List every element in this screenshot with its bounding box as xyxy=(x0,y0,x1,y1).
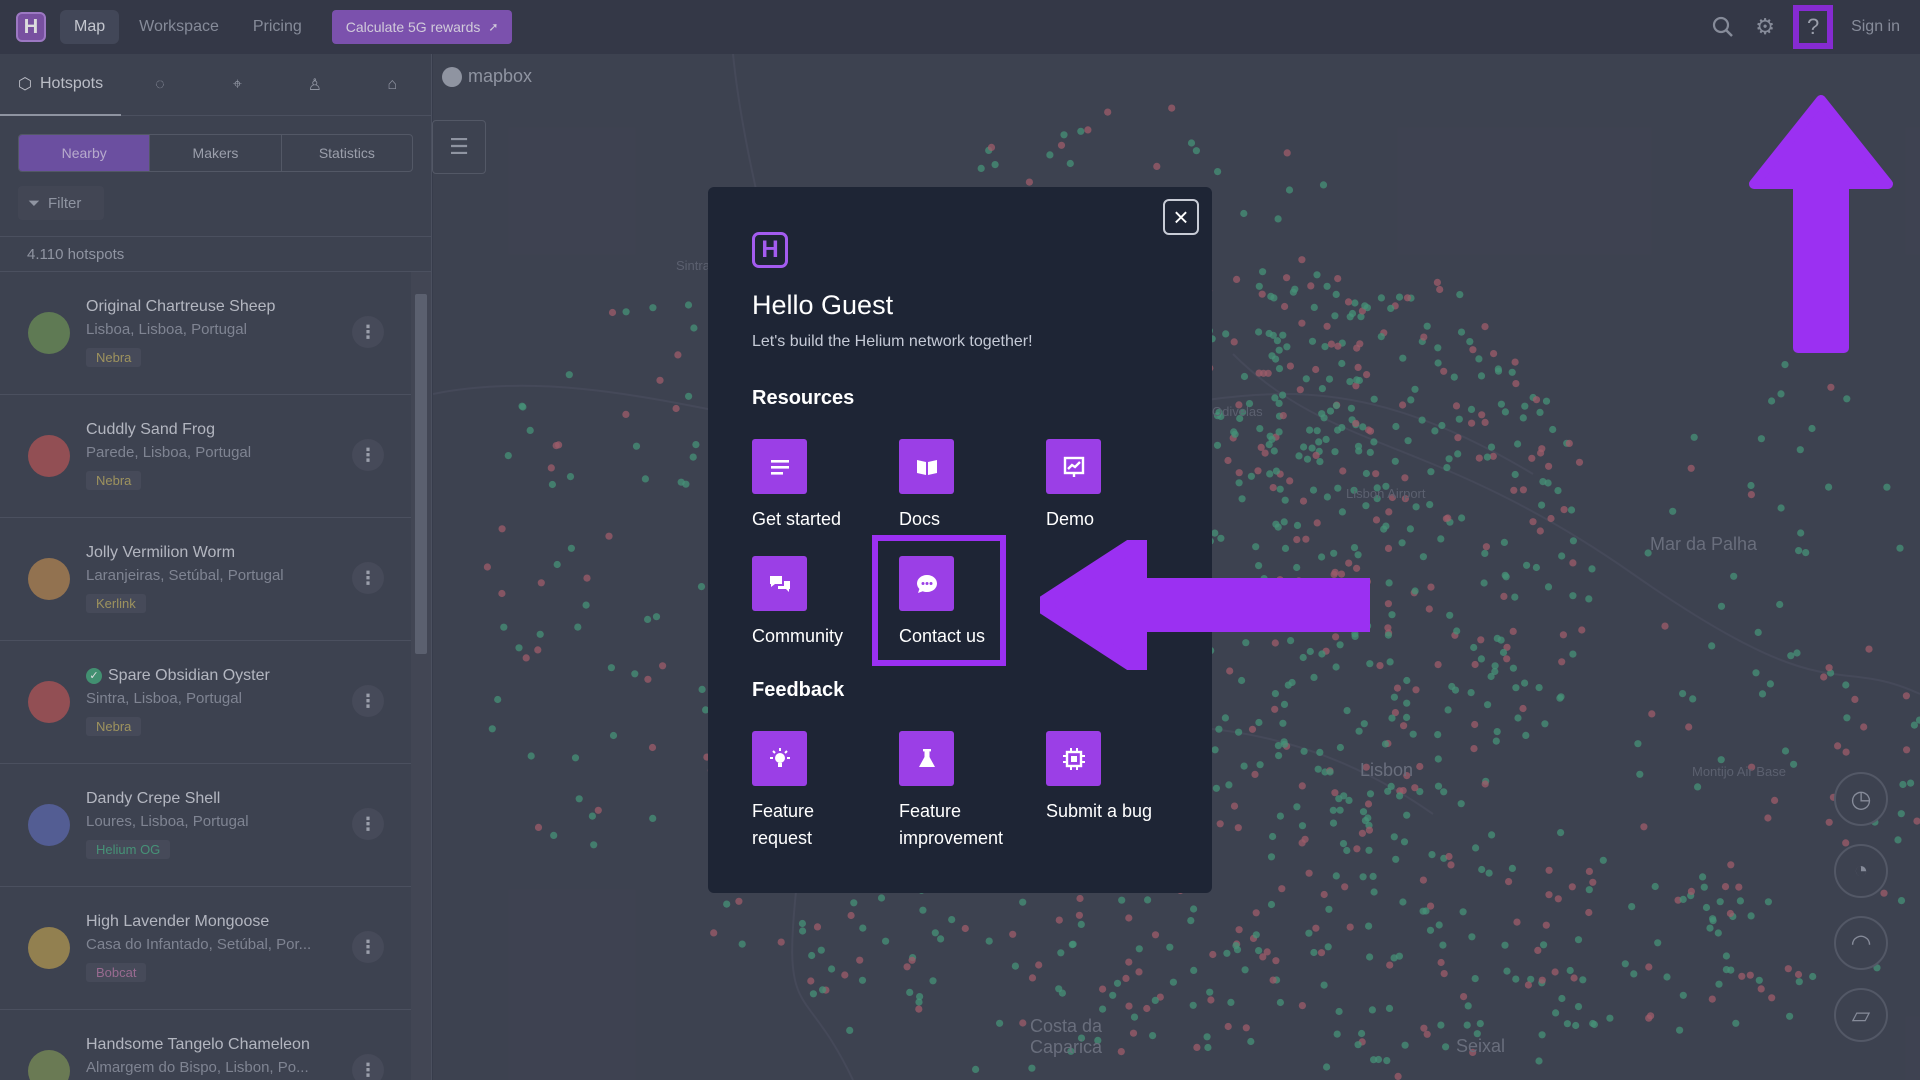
open-book-icon xyxy=(899,439,954,494)
community-link[interactable]: Community xyxy=(752,556,892,650)
submit-bug-link[interactable]: Submit a bug xyxy=(1046,731,1186,825)
flask-icon xyxy=(899,731,954,786)
resources-heading: Resources xyxy=(752,387,855,409)
tile-label: Demo xyxy=(1046,509,1095,529)
get-started-link[interactable]: Get started xyxy=(752,439,892,533)
modal-title: Hello Guest xyxy=(752,290,894,320)
helium-logo-icon: H xyxy=(752,232,788,268)
tile-label: Get started xyxy=(752,509,842,529)
contact-us-highlight xyxy=(872,535,1006,666)
modal-subtitle: Let's build the Helium network together! xyxy=(752,333,1033,350)
feedback-heading: Feedback xyxy=(752,679,845,701)
chip-icon xyxy=(1046,731,1101,786)
document-lines-icon xyxy=(752,439,807,494)
left-arrow-icon xyxy=(1040,540,1370,670)
tile-label: Docs xyxy=(899,509,941,529)
tile-label: Feature improvement xyxy=(899,801,1004,848)
presentation-chart-icon xyxy=(1046,439,1101,494)
feature-improvement-link[interactable]: Feature improvement xyxy=(899,731,1019,852)
tile-label: Submit a bug xyxy=(1046,801,1153,821)
lightbulb-icon xyxy=(752,731,807,786)
demo-link[interactable]: Demo xyxy=(1046,439,1186,533)
chat-bubbles-icon xyxy=(752,556,807,611)
up-arrow-icon xyxy=(1749,95,1893,353)
close-icon[interactable]: × xyxy=(1163,199,1199,235)
tile-label: Community xyxy=(752,626,844,646)
docs-link[interactable]: Docs xyxy=(899,439,1039,533)
tile-label: Feature request xyxy=(752,801,815,848)
feature-request-link[interactable]: Feature request xyxy=(752,731,872,852)
